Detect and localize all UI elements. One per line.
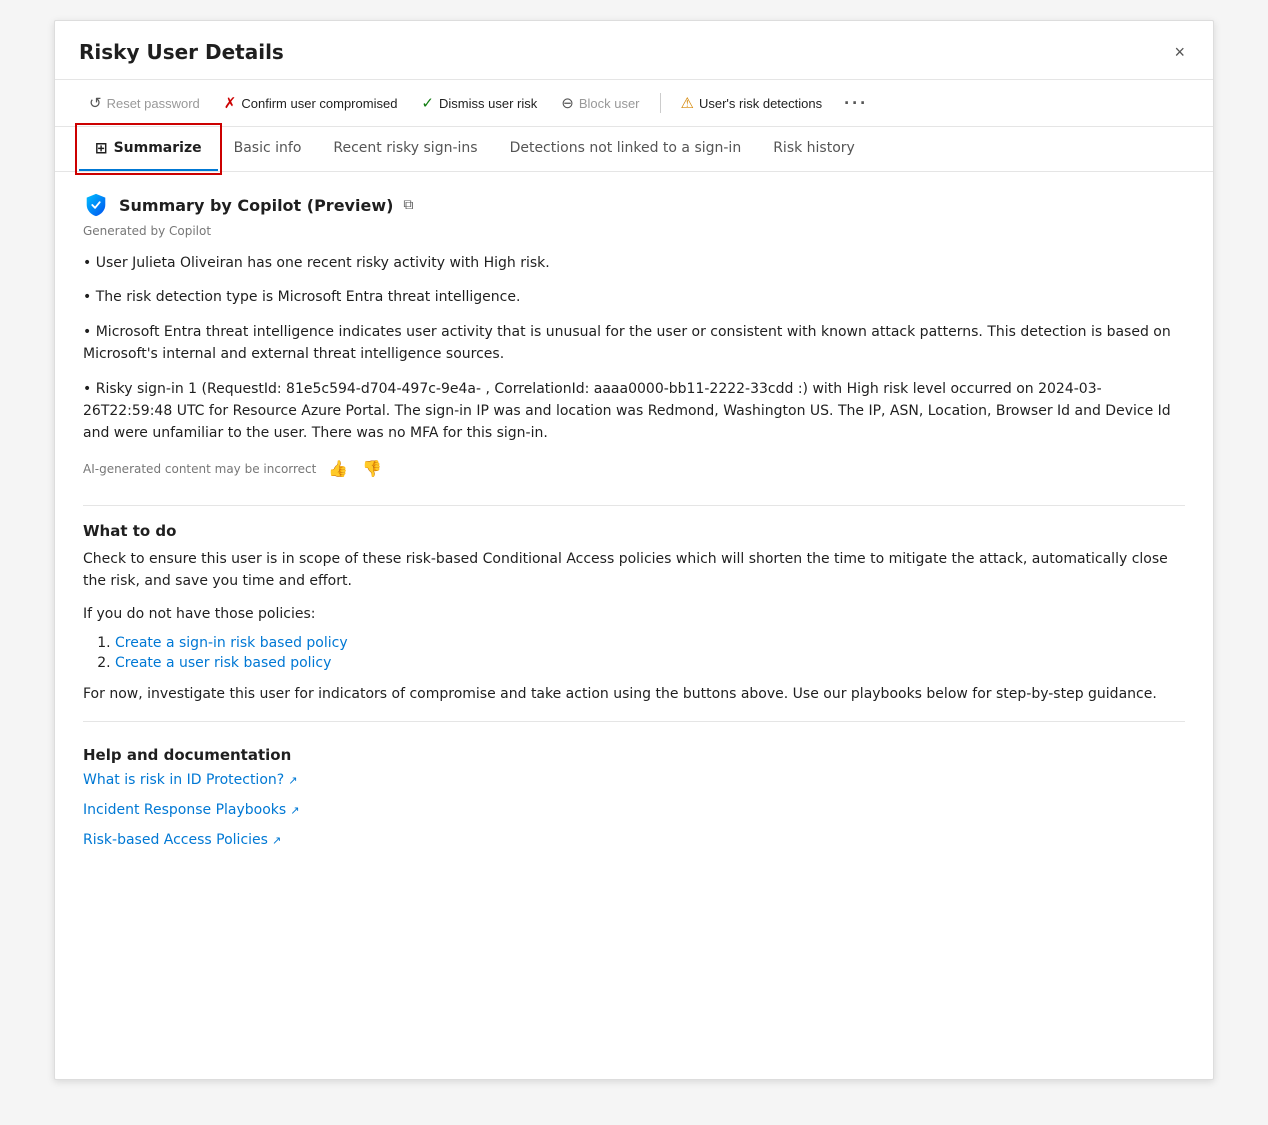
external-link-icon-2: ↗ bbox=[290, 804, 299, 817]
policy-list-item-1: Create a sign-in risk based policy bbox=[115, 635, 1185, 651]
summary-bullet-1: User Julieta Oliveiran has one recent ri… bbox=[83, 252, 1185, 274]
if-no-policies-label: If you do not have those policies: bbox=[83, 603, 1185, 625]
external-link-icon-1: ↗ bbox=[288, 774, 297, 787]
tab-recent-signins[interactable]: Recent risky sign-ins bbox=[317, 128, 493, 170]
confirm-compromised-button[interactable]: ✗ Confirm user compromised bbox=[214, 88, 408, 118]
more-options-button[interactable]: ··· bbox=[836, 89, 876, 118]
help-link-1[interactable]: What is risk in ID Protection? ↗ bbox=[83, 772, 1185, 788]
help-link-3[interactable]: Risk-based Access Policies ↗ bbox=[83, 832, 1185, 848]
summarize-icon: ⊞ bbox=[95, 139, 108, 157]
confirm-icon: ✗ bbox=[224, 94, 237, 112]
summary-header: Summary by Copilot (Preview) ⧉ bbox=[83, 192, 1185, 218]
panel-header: Risky User Details × bbox=[55, 21, 1213, 80]
dismiss-icon: ✓ bbox=[421, 94, 434, 112]
help-title: Help and documentation bbox=[83, 746, 1185, 764]
policy-list-item-2: Create a user risk based policy bbox=[115, 655, 1185, 671]
toolbar: ↺ Reset password ✗ Confirm user compromi… bbox=[55, 80, 1213, 127]
what-to-do-description: Check to ensure this user is in scope of… bbox=[83, 548, 1185, 593]
summary-title: Summary by Copilot (Preview) bbox=[119, 196, 393, 215]
copilot-icon bbox=[83, 192, 109, 218]
toolbar-separator bbox=[660, 93, 661, 113]
block-icon: ⊖ bbox=[561, 94, 574, 112]
risk-detections-button[interactable]: ⚠ User's risk detections bbox=[671, 88, 833, 118]
close-button[interactable]: × bbox=[1170, 39, 1189, 65]
tab-basic-info[interactable]: Basic info bbox=[218, 128, 318, 170]
summary-bullet-3: Microsoft Entra threat intelligence indi… bbox=[83, 321, 1185, 366]
warning-icon: ⚠ bbox=[681, 94, 694, 112]
tabs-bar: ⊞ Summarize Basic info Recent risky sign… bbox=[55, 127, 1213, 172]
external-link-icon-3: ↗ bbox=[272, 834, 281, 847]
summary-bullet-2: The risk detection type is Microsoft Ent… bbox=[83, 286, 1185, 308]
help-divider bbox=[83, 721, 1185, 722]
help-section: Help and documentation What is risk in I… bbox=[83, 746, 1185, 848]
what-to-do-title: What to do bbox=[83, 522, 1185, 540]
generated-label: Generated by Copilot bbox=[83, 224, 1185, 238]
tab-detections[interactable]: Detections not linked to a sign-in bbox=[494, 128, 758, 170]
dismiss-risk-button[interactable]: ✓ Dismiss user risk bbox=[411, 88, 547, 118]
help-link-2[interactable]: Incident Response Playbooks ↗ bbox=[83, 802, 1185, 818]
content-area: Summary by Copilot (Preview) ⧉ Generated… bbox=[55, 172, 1213, 882]
block-user-button[interactable]: ⊖ Block user bbox=[551, 88, 649, 118]
reset-icon: ↺ bbox=[89, 94, 102, 112]
ai-disclaimer: AI-generated content may be incorrect bbox=[83, 462, 316, 476]
signin-risk-policy-link[interactable]: Create a sign-in risk based policy bbox=[115, 635, 348, 651]
section-divider bbox=[83, 505, 1185, 506]
policy-list: Create a sign-in risk based policy Creat… bbox=[115, 635, 1185, 671]
footer-text: For now, investigate this user for indic… bbox=[83, 683, 1185, 705]
summary-bullet-4: Risky sign-in 1 (RequestId: 81e5c594-d70… bbox=[83, 378, 1185, 445]
ai-footer: AI-generated content may be incorrect 👍 … bbox=[83, 457, 1185, 481]
reset-password-button[interactable]: ↺ Reset password bbox=[79, 88, 210, 118]
thumbs-down-button[interactable]: 👎 bbox=[360, 457, 384, 481]
thumbs-up-button[interactable]: 👍 bbox=[326, 457, 350, 481]
copy-icon[interactable]: ⧉ bbox=[403, 197, 413, 213]
risky-user-panel: Risky User Details × ↺ Reset password ✗ … bbox=[54, 20, 1214, 1080]
tab-summarize[interactable]: ⊞ Summarize bbox=[79, 127, 218, 171]
tab-risk-history[interactable]: Risk history bbox=[757, 128, 871, 170]
user-risk-policy-link[interactable]: Create a user risk based policy bbox=[115, 655, 331, 671]
panel-title: Risky User Details bbox=[79, 40, 284, 64]
